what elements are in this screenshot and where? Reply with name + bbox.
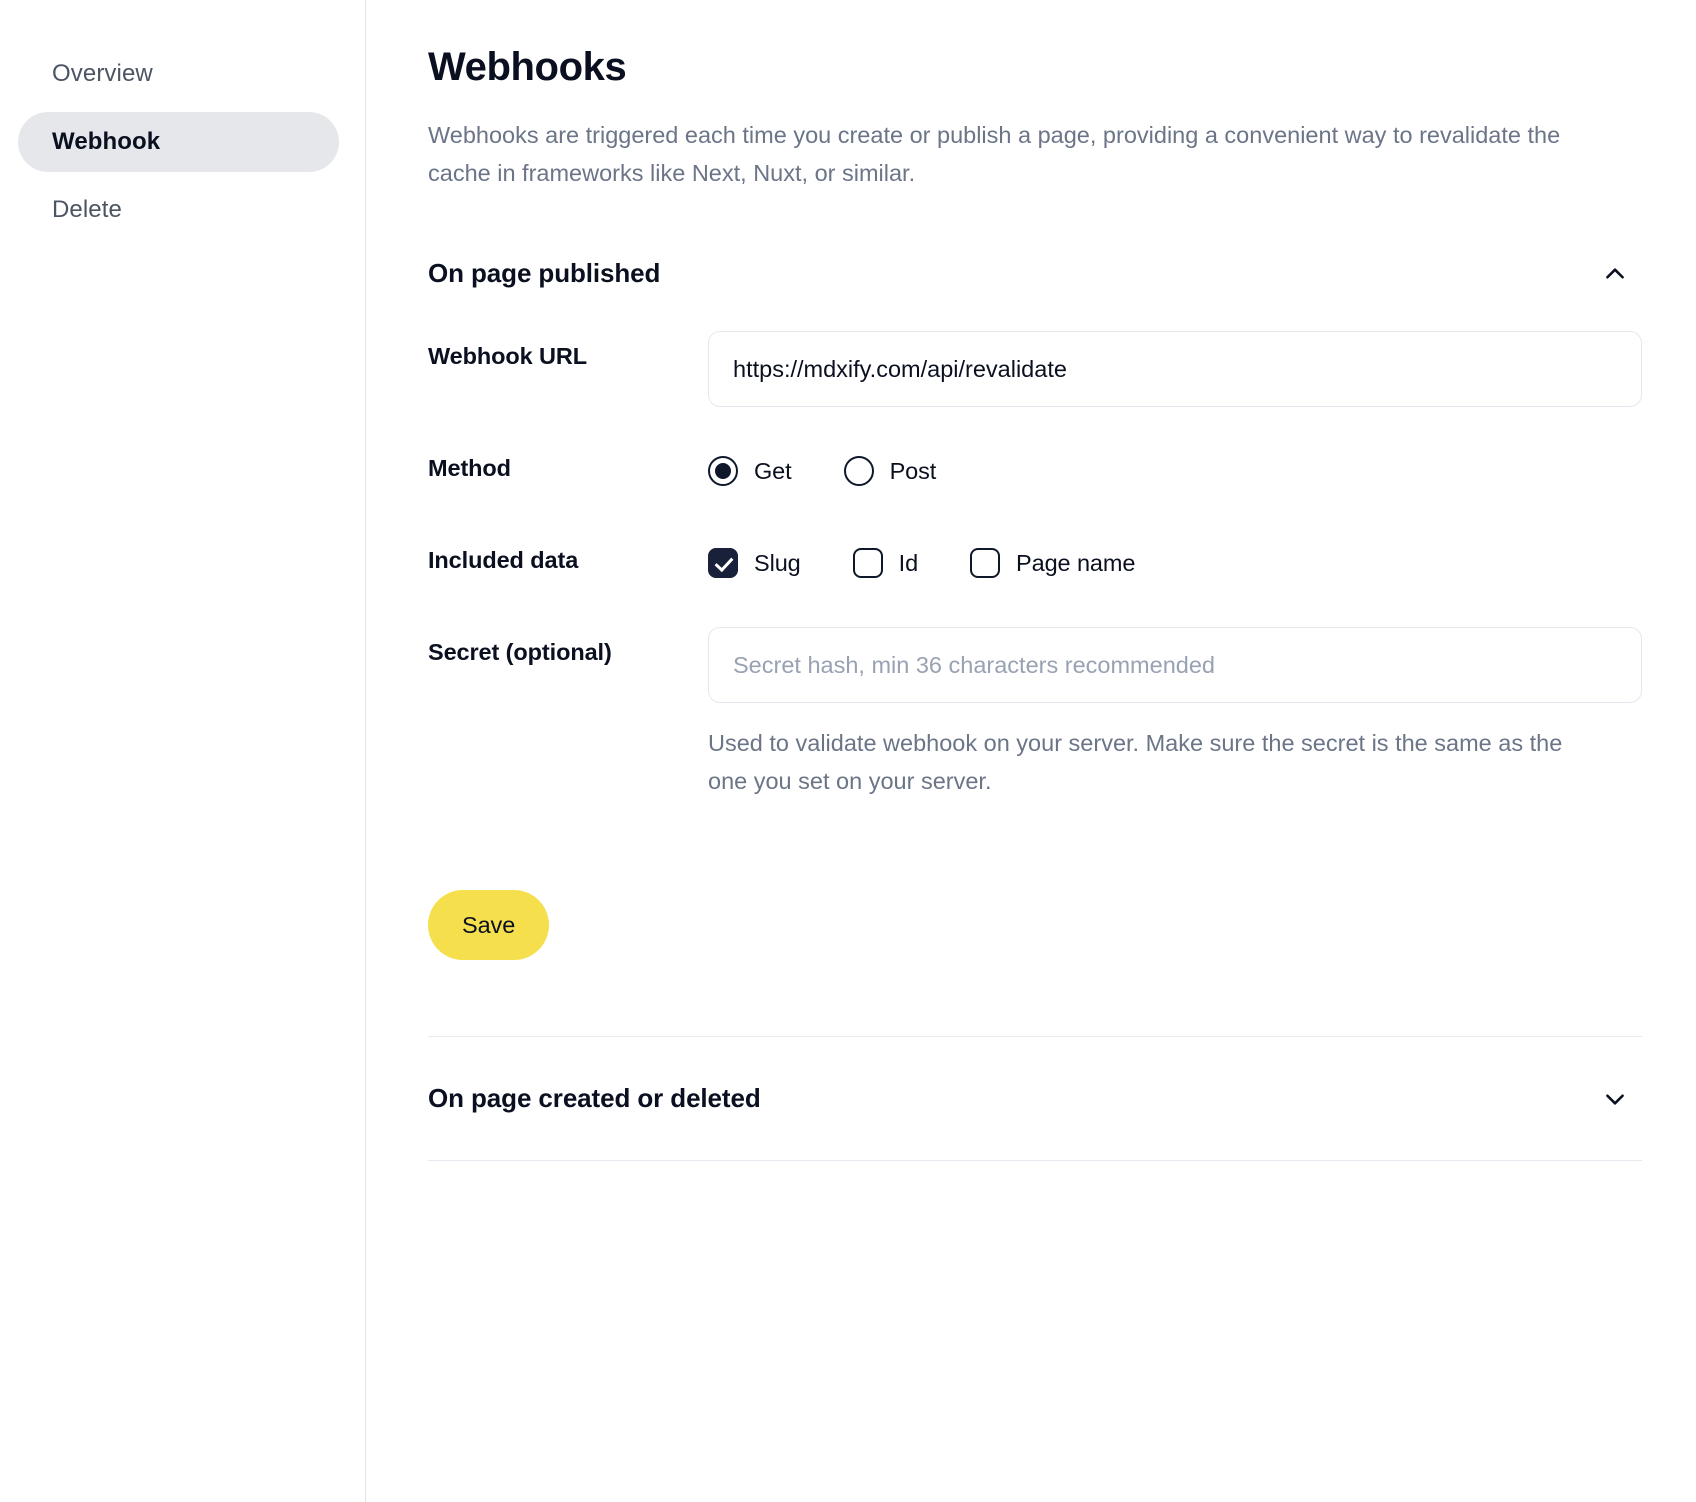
webhook-url-label: Webhook URL	[428, 343, 588, 370]
secret-label: Secret (optional)	[428, 639, 612, 666]
sidebar-item-label: Webhook	[52, 128, 161, 155]
section-on-page-published: On page published Webhook URL Method	[428, 254, 1642, 961]
sidebar: Overview Webhook Delete	[0, 0, 366, 1502]
section-title: On page published	[428, 258, 661, 289]
sidebar-item-label: Overview	[52, 60, 153, 87]
sidebar-item-overview[interactable]: Overview	[18, 44, 339, 104]
radio-option-get[interactable]: Get	[708, 456, 792, 487]
webhook-url-input[interactable]	[708, 331, 1642, 408]
section-title: On page created or deleted	[428, 1083, 761, 1114]
method-row: Method Get Post	[428, 443, 1642, 499]
checkbox-id-indicator[interactable]	[852, 548, 883, 579]
section-divider-bottom	[428, 1160, 1642, 1162]
settings-page: Overview Webhook Delete Webhooks Webhook…	[0, 0, 1696, 1502]
included-data-options: Slug Id Page name	[708, 535, 1642, 591]
checkbox-slug-indicator[interactable]	[708, 548, 738, 579]
sidebar-item-delete[interactable]: Delete	[18, 180, 339, 240]
checkbox-slug-label: Slug	[754, 549, 801, 576]
radio-option-post[interactable]: Post	[843, 456, 937, 487]
sidebar-item-webhook[interactable]: Webhook	[18, 112, 339, 172]
secret-row: Secret (optional) Used to validate webho…	[428, 627, 1642, 800]
radio-post-indicator[interactable]	[843, 456, 874, 487]
checkbox-option-page-name[interactable]: Page name	[970, 548, 1136, 579]
page-title: Webhooks	[428, 45, 627, 89]
checkbox-option-id[interactable]: Id	[852, 548, 919, 579]
checkbox-page-name-label: Page name	[1016, 549, 1136, 576]
secret-help-text: Used to validate webhook on your server.…	[708, 730, 1563, 794]
section-on-page-created-or-deleted: On page created or deleted	[428, 1037, 1642, 1160]
webhook-url-row: Webhook URL	[428, 331, 1642, 408]
chevron-up-icon[interactable]	[1602, 261, 1628, 287]
main-content: Webhooks Webhooks are triggered each tim…	[366, 0, 1696, 1502]
checkbox-id-label: Id	[898, 549, 919, 576]
webhook-url-field-wrap	[708, 331, 1642, 408]
radio-get-indicator[interactable]	[708, 456, 738, 487]
method-label: Method	[428, 455, 511, 482]
chevron-down-icon[interactable]	[1602, 1086, 1628, 1112]
radio-post-label: Post	[889, 457, 937, 484]
secret-input[interactable]	[708, 627, 1642, 704]
radio-get-label: Get	[754, 457, 792, 484]
checkbox-option-slug[interactable]: Slug	[708, 548, 801, 579]
secret-field-wrap: Used to validate webhook on your server.…	[708, 627, 1642, 800]
save-button[interactable]: Save	[428, 890, 550, 961]
section-header-on-page-published[interactable]: On page published	[428, 254, 1642, 293]
checkbox-page-name-indicator[interactable]	[970, 548, 1001, 579]
included-data-label: Included data	[428, 547, 579, 574]
included-data-row: Included data Slug Id Page name	[428, 535, 1642, 591]
method-options: Get Post	[708, 443, 1642, 499]
page-description: Webhooks are triggered each time you cre…	[428, 122, 1561, 187]
sidebar-item-label: Delete	[52, 196, 122, 223]
section-header-on-page-created-or-deleted[interactable]: On page created or deleted	[428, 1037, 1642, 1160]
